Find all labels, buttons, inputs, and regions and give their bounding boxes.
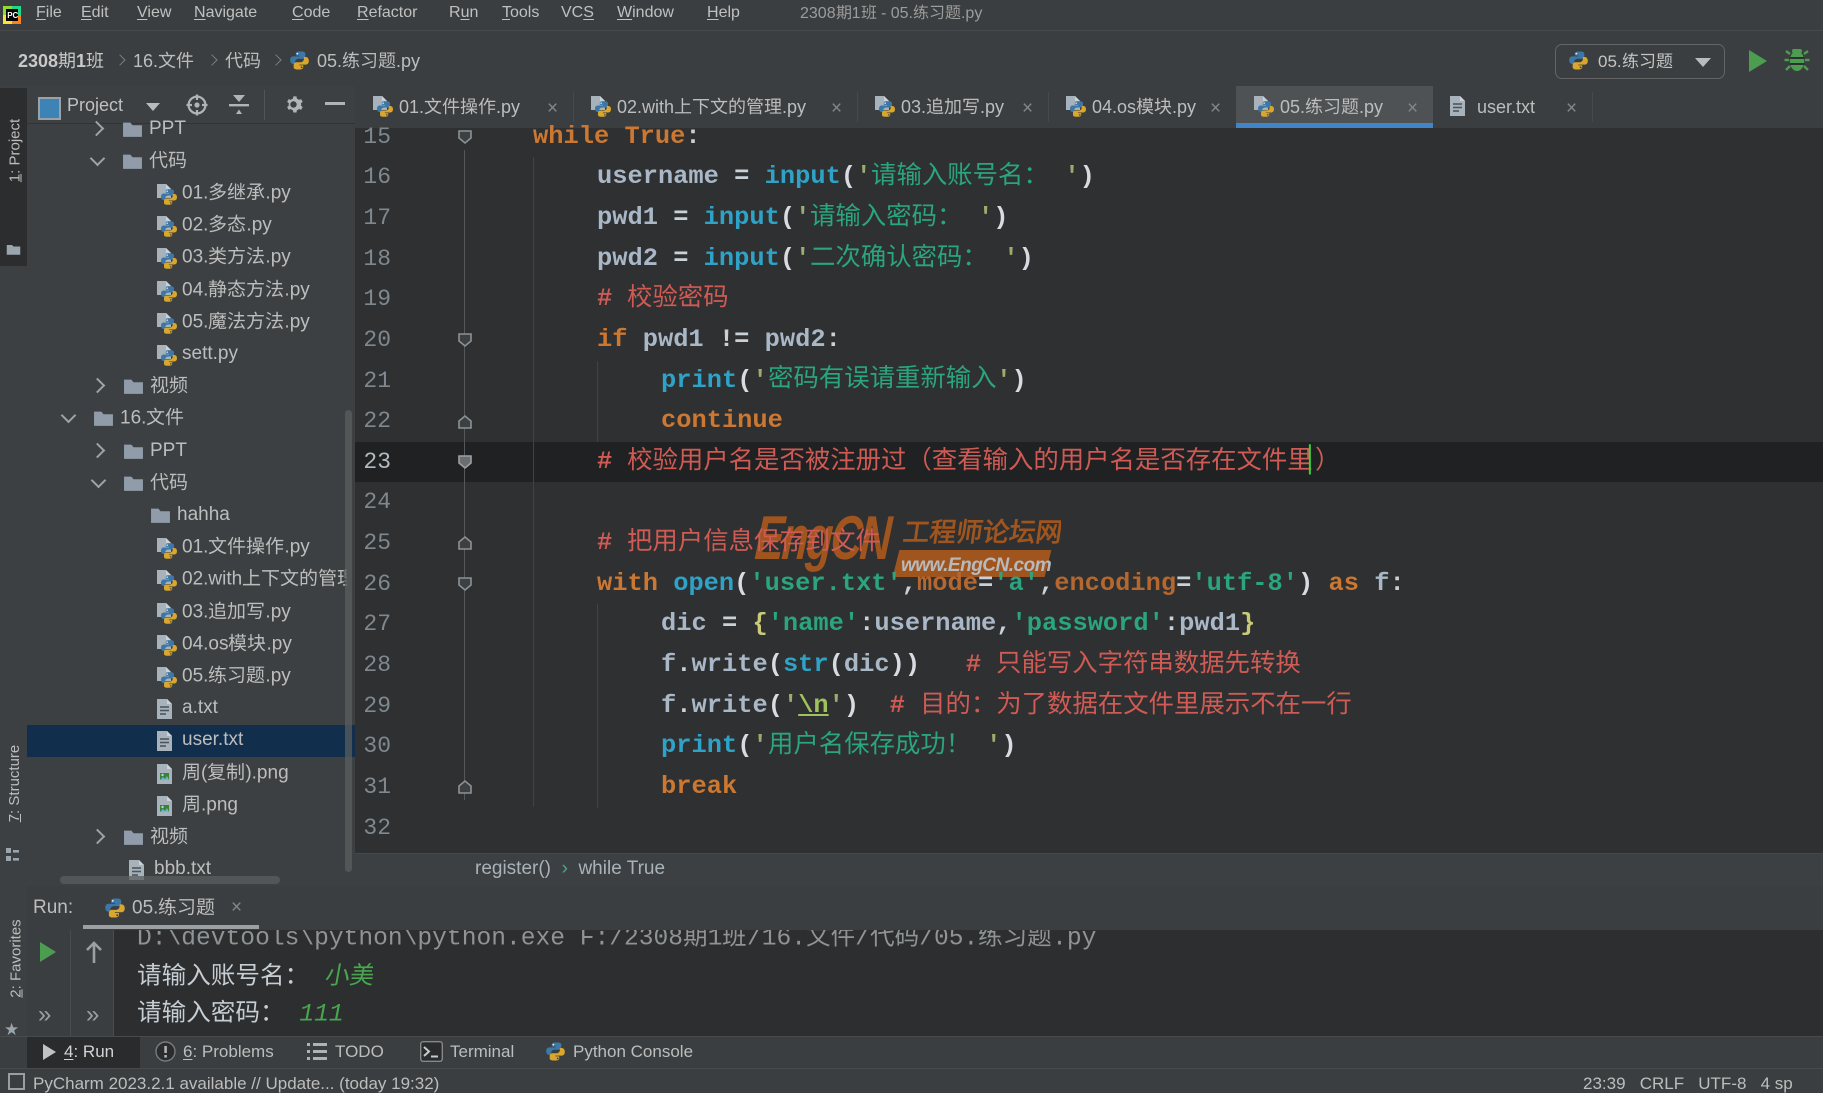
svg-text:PC: PC	[7, 11, 18, 20]
